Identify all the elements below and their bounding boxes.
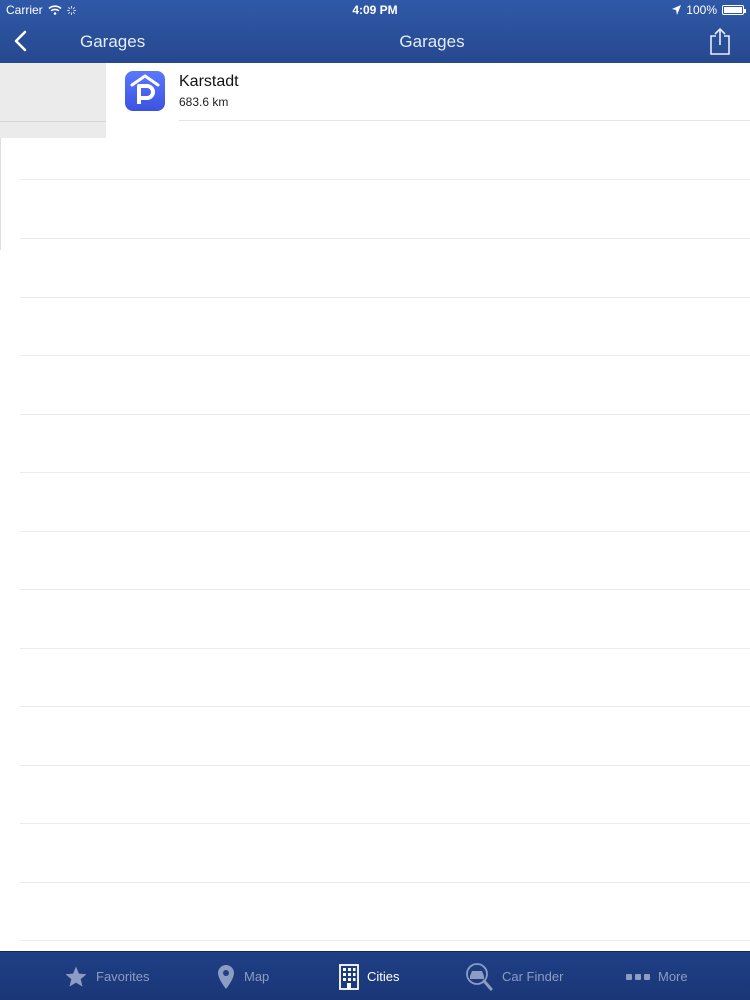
tab-label: Map xyxy=(244,969,270,984)
status-bar: Carrier 4:09 PM 100% xyxy=(0,0,750,20)
star-icon xyxy=(65,966,87,987)
divider xyxy=(0,138,1,250)
row-divider xyxy=(20,238,750,239)
battery-icon xyxy=(722,5,746,15)
tab-label: Favorites xyxy=(96,969,150,984)
tab-favorites[interactable]: Favorites xyxy=(64,952,149,1000)
garage-list-item[interactable]: Karstadt 683.6 km xyxy=(106,63,750,121)
row-divider xyxy=(20,706,750,707)
building-icon xyxy=(339,963,359,990)
row-divider xyxy=(20,472,750,473)
more-dots-icon xyxy=(626,973,650,980)
status-right: 100% xyxy=(672,3,746,17)
garage-name: Karstadt xyxy=(179,73,239,90)
status-time: 4:09 PM xyxy=(352,3,398,17)
row-divider xyxy=(20,355,750,356)
tab-label: More xyxy=(658,969,688,984)
tab-label: Car Finder xyxy=(502,969,564,984)
car-finder-icon xyxy=(466,962,493,990)
row-divider xyxy=(20,589,750,590)
nav-bar: Garages Garages xyxy=(0,20,750,63)
share-icon[interactable] xyxy=(708,27,732,55)
row-divider xyxy=(20,414,750,415)
row-divider xyxy=(20,765,750,766)
tab-label: Cities xyxy=(367,969,400,984)
row-divider xyxy=(20,179,750,180)
divider xyxy=(179,120,750,121)
master-panel-remnant xyxy=(0,63,106,138)
row-divider xyxy=(20,648,750,649)
map-pin-icon xyxy=(218,964,234,989)
battery-percentage: 100% xyxy=(686,3,717,17)
tab-cities[interactable]: Cities xyxy=(339,952,400,1000)
garage-distance: 683.6 km xyxy=(179,95,229,109)
parking-garage-icon xyxy=(125,71,165,111)
row-divider xyxy=(20,882,750,883)
location-arrow-icon xyxy=(672,5,682,15)
row-divider xyxy=(20,297,750,298)
tab-car-finder[interactable]: Car Finder xyxy=(464,952,563,1000)
row-divider xyxy=(20,531,750,532)
row-divider xyxy=(20,940,750,941)
tab-map[interactable]: Map xyxy=(216,952,269,1000)
divider xyxy=(0,121,106,122)
page-title: Garages xyxy=(399,32,465,51)
tab-more[interactable]: More xyxy=(626,952,688,1000)
header: Carrier 4:09 PM 100% Garages Garages xyxy=(0,0,750,63)
tab-bar: Favorites Map Cities Car Finder More xyxy=(0,951,750,1000)
row-divider xyxy=(20,823,750,824)
